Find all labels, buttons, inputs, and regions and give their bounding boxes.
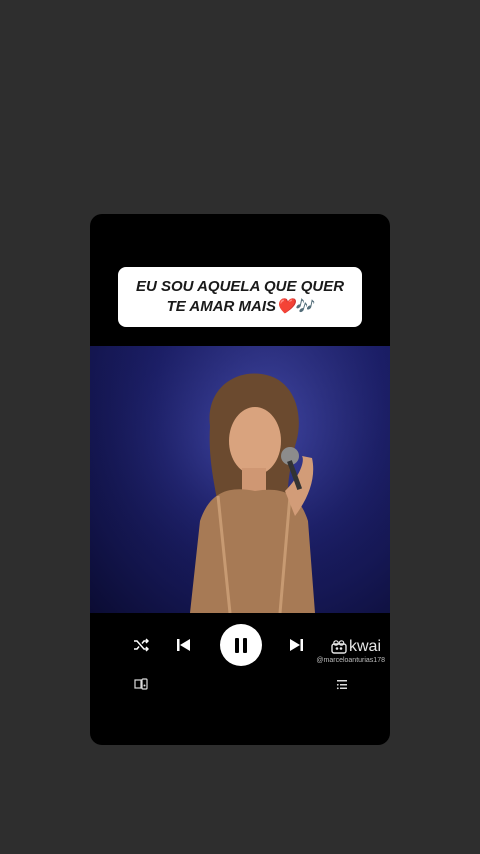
kwai-brand-text: kwai <box>349 638 382 655</box>
video-card: EU SOU AQUELA QUE QUER TE AMAR MAIS❤️🎶 k… <box>90 214 390 745</box>
player-controls: kwai @marceloanturias178 <box>90 613 390 745</box>
video-frame[interactable] <box>90 346 390 613</box>
shuffle-icon <box>134 638 149 652</box>
queue-button[interactable] <box>334 676 350 692</box>
caption-box: EU SOU AQUELA QUE QUER TE AMAR MAIS❤️🎶 <box>118 267 362 327</box>
previous-button[interactable] <box>172 634 194 656</box>
queue-icon <box>336 680 347 690</box>
devices-icon <box>134 678 148 690</box>
shuffle-button[interactable] <box>130 634 152 656</box>
kwai-watermark: kwai <box>331 638 381 656</box>
kwai-logo-icon <box>331 640 347 654</box>
watermark-handle: @marceloanturias178 <box>316 657 385 664</box>
skip-previous-icon <box>177 639 190 651</box>
pause-button[interactable] <box>220 624 262 666</box>
caption-line-1: EU SOU AQUELA QUE QUER <box>135 278 345 295</box>
devices-button[interactable] <box>132 676 150 692</box>
skip-next-icon <box>290 639 303 651</box>
singer-illustration <box>90 346 390 613</box>
next-button[interactable] <box>286 634 308 656</box>
pause-icon <box>233 637 249 653</box>
caption-line-2: TE AMAR MAIS❤️🎶 <box>166 298 314 315</box>
